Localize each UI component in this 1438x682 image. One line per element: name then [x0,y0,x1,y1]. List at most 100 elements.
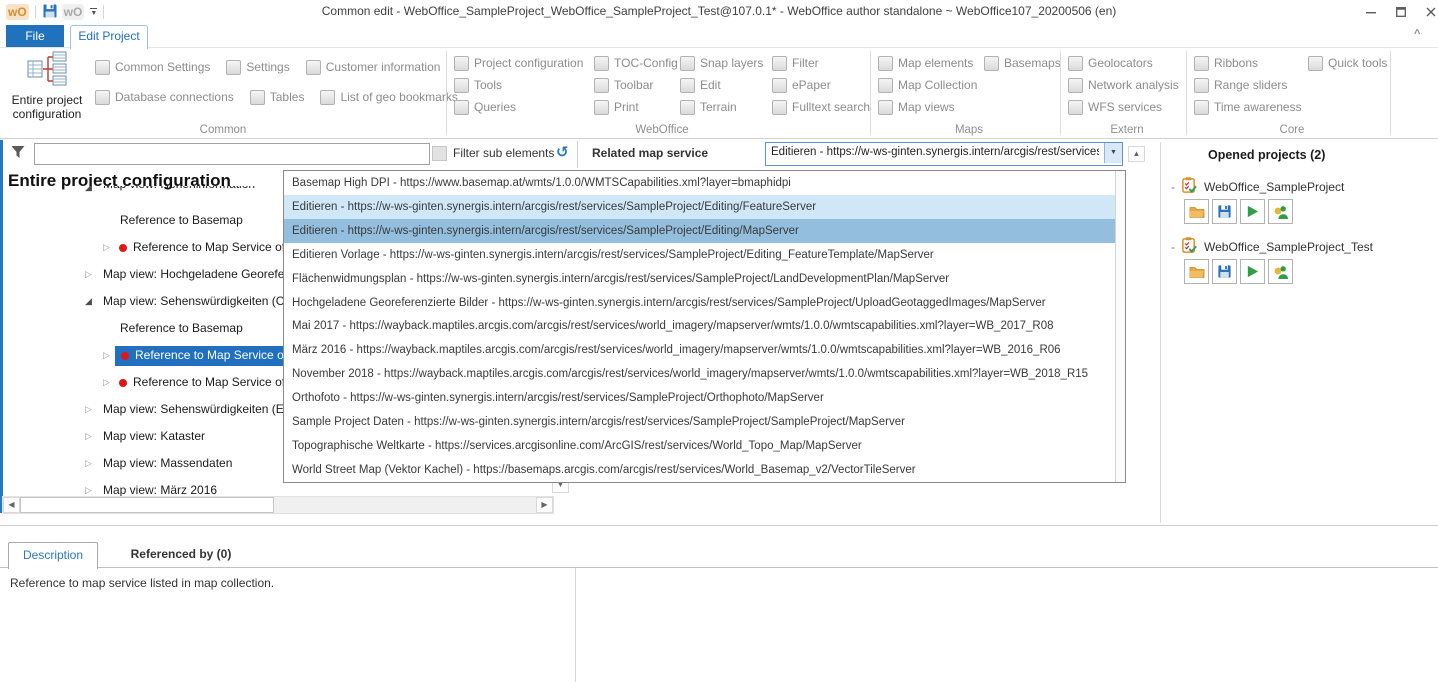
scrollbar-thumb[interactable] [20,497,274,513]
tab-description[interactable]: Description [8,542,98,569]
chevron-collapsed-icon[interactable]: ▷ [85,485,92,496]
refresh-icon[interactable]: ↺ [556,143,569,161]
ribbon-item-range-sliders[interactable]: Range sliders [1194,78,1306,92]
chevron-expanded-icon[interactable]: ◢ [85,296,92,307]
snap-layers-icon [680,56,695,71]
ribbon-item-ribbons[interactable]: Ribbons [1194,56,1306,70]
entire-project-configuration-button[interactable]: Entire project configuration [2,50,92,132]
ribbon-item-tools[interactable]: Tools [454,78,592,92]
label: Fulltext search [792,100,870,114]
minimize-button[interactable] [1356,0,1386,24]
ribbon-item-project-configuration[interactable]: Project configuration [454,56,592,70]
scroll-left-icon[interactable]: ◀ [3,497,20,513]
dropdown-item[interactable]: März 2016 - https://wayback.maptiles.arc… [284,338,1125,362]
dropdown-item-hover[interactable]: Editieren - https://w-ws-ginten.synergis… [284,195,1125,219]
related-map-service-combobox[interactable]: Editieren - https://w-ws-ginten.synergis… [765,142,1123,166]
dropdown-item[interactable]: Topographische Weltkarte - https://servi… [284,434,1125,458]
ribbon-item-time-awareness[interactable]: Time awareness [1194,100,1306,114]
ribbon-item-epaper[interactable]: ePaper [772,78,870,92]
dropdown-item[interactable]: Flächenwidmungsplan - https://w-ws-ginte… [284,267,1125,291]
project-actions [1184,259,1293,284]
ribbon-group-core: Ribbons Range sliders Time awareness Qui… [1194,48,1390,138]
chevron-collapsed-icon[interactable]: ▷ [85,458,92,469]
project-user-button[interactable] [1268,199,1293,224]
project-row[interactable]: - WebOffice_SampleProject [1171,176,1344,197]
run-project-button[interactable] [1240,199,1265,224]
project-row[interactable]: - WebOffice_SampleProject_Test [1171,236,1373,257]
ribbon-item-geolocators[interactable]: Geolocators [1068,56,1186,70]
chevron-expanded-icon[interactable]: ◢ [85,186,92,193]
maximize-button[interactable] [1386,0,1416,24]
ribbon-item-toc-config[interactable]: TOC-Config [594,56,690,70]
qat-customize-icon[interactable]: ▼ [90,8,97,17]
open-project-button[interactable] [1184,259,1209,284]
dropdown-item[interactable]: Hochgeladene Georeferenzierte Bilder - h… [284,291,1125,315]
dropdown-item[interactable]: World Street Map (Vektor Kachel) - https… [284,458,1125,482]
range-sliders-icon [1194,78,1209,93]
ribbon-item-tables[interactable]: Tables [250,90,305,104]
collapse-dash-icon[interactable]: - [1171,180,1175,194]
dropdown-item[interactable]: Mai 2017 - https://wayback.maptiles.arcg… [284,315,1125,339]
divider [577,141,578,168]
dropdown-item[interactable]: Orthofoto - https://w-ws-ginten.synergis… [284,386,1125,410]
tab-edit-project[interactable]: Edit Project [70,25,148,49]
map-collection-icon [878,78,893,93]
chevron-collapsed-icon[interactable]: ▷ [103,350,110,361]
ribbon-item-fulltext-search[interactable]: Fulltext search [772,100,870,114]
save-project-button[interactable] [1212,259,1237,284]
save-icon[interactable] [42,3,58,22]
ribbon-item-settings[interactable]: Settings [226,60,289,74]
tree-selection-highlight[interactable]: Reference to Map Service of [115,346,283,366]
ribbon-item-database-connections[interactable]: Database connections [95,90,234,104]
ribbon-item-map-collection[interactable]: Map Collection [878,78,982,92]
dropdown-item[interactable]: November 2018 - https://wayback.maptiles… [284,362,1125,386]
ribbon-item-quick-tools[interactable]: Quick tools [1308,56,1390,70]
run-project-button[interactable] [1240,259,1265,284]
ribbon-item-customer-information[interactable]: Customer information [306,60,441,74]
ribbon-item-network-analysis[interactable]: Network analysis [1068,78,1186,92]
ribbon-item-common-settings[interactable]: Common Settings [95,60,210,74]
ribbon-item-map-views[interactable]: Map views [878,100,982,114]
collapse-ribbon-icon[interactable]: ^ [1414,28,1420,40]
ribbon-item-map-elements[interactable]: Map elements [878,56,982,70]
ribbon-item-list-of-geo-bookmarks[interactable]: List of geo bookmarks [320,90,457,104]
dropdown-item[interactable]: Editieren Vorlage - https://w-ws-ginten.… [284,243,1125,267]
ribbon-item-queries[interactable]: Queries [454,100,592,114]
close-button[interactable] [1416,0,1438,24]
app-logo-icon[interactable]: wO [6,4,29,20]
ribbon-item-toolbar[interactable]: Toolbar [594,78,690,92]
ribbon-item-wfs-services[interactable]: WFS services [1068,100,1186,114]
label: Common Settings [115,60,210,74]
open-project-button[interactable] [1184,199,1209,224]
tree-horizontal-scrollbar[interactable]: ◀ ▶ [2,496,554,514]
right-panel-scroll-up-icon[interactable]: ▲ [1128,146,1145,162]
save-project-button[interactable] [1212,199,1237,224]
dropdown-item[interactable]: Sample Project Daten - https://w-ws-gint… [284,410,1125,434]
ribbon-item-edit[interactable]: Edit [680,78,770,92]
ribbon-item-terrain[interactable]: Terrain [680,100,770,114]
ribbon-item-filter[interactable]: Filter [772,56,870,70]
tab-referenced-by[interactable]: Referenced by (0) [116,542,246,567]
dropdown-scrollbar[interactable] [1115,171,1125,482]
ribbon-item-basemaps[interactable]: Basemaps [984,56,1060,70]
label: Tables [270,90,305,104]
tab-file[interactable]: File [6,25,64,47]
big-button-label: Entire project configuration [2,93,92,121]
scroll-right-icon[interactable]: ▶ [536,497,553,513]
chevron-collapsed-icon[interactable]: ▷ [85,404,92,415]
tree-filter-input[interactable] [34,143,430,165]
filter-sub-elements-checkbox[interactable] [432,146,447,161]
project-user-button[interactable] [1268,259,1293,284]
chevron-collapsed-icon[interactable]: ▷ [103,242,110,253]
dropdown-item-selected[interactable]: Editieren - https://w-ws-ginten.synergis… [284,219,1125,243]
combobox-dropdown-icon[interactable]: ▼ [1104,143,1122,163]
tree-item-label: Map view: Sehenswürdigkeiten (E [103,402,284,416]
dropdown-item[interactable]: Basemap High DPI - https://www.basemap.a… [284,171,1125,195]
label: Tools [474,78,502,92]
chevron-collapsed-icon[interactable]: ▷ [103,377,110,388]
chevron-collapsed-icon[interactable]: ▷ [85,431,92,442]
chevron-collapsed-icon[interactable]: ▷ [85,269,92,280]
ribbon-item-print[interactable]: Print [594,100,690,114]
ribbon-item-snap-layers[interactable]: Snap layers [680,56,770,70]
collapse-dash-icon[interactable]: - [1171,240,1175,254]
